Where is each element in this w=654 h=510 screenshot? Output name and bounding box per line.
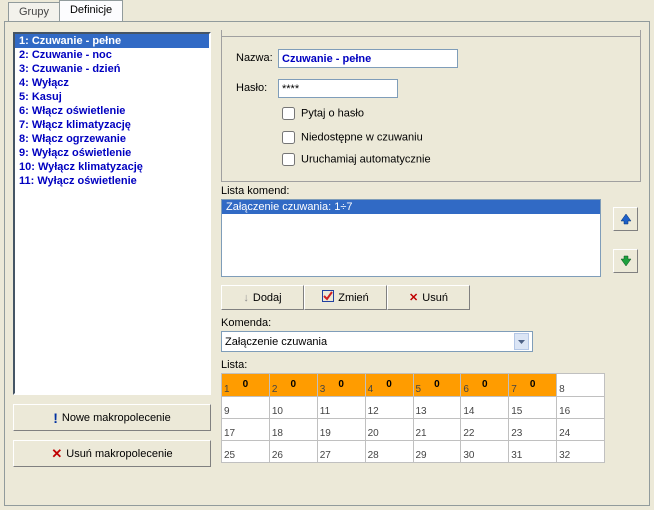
command-combobox[interactable]: Załączenie czuwania <box>221 331 533 352</box>
x-icon: ✕ <box>51 446 62 462</box>
change-button[interactable]: Zmień <box>304 285 387 310</box>
grid-cell[interactable]: 20 <box>365 419 413 441</box>
grid-cell[interactable]: 17 <box>222 419 270 441</box>
grid-cell[interactable]: 22 <box>461 419 509 441</box>
grid-cell[interactable]: 16 <box>557 397 605 419</box>
definitions-list[interactable]: 1: Czuwanie - pełne2: Czuwanie - noc3: C… <box>13 32 211 395</box>
grid-cell[interactable]: 05 <box>413 374 461 397</box>
definition-item[interactable]: 1: Czuwanie - pełne <box>15 34 209 48</box>
definition-item[interactable]: 11: Wyłącz oświetlenie <box>15 174 209 188</box>
definition-item[interactable]: 6: Włącz oświetlenie <box>15 104 209 118</box>
definition-item[interactable]: 9: Wyłącz oświetlenie <box>15 146 209 160</box>
tab-definicje[interactable]: Definicje <box>59 0 123 21</box>
grid-cell[interactable]: 13 <box>413 397 461 419</box>
password-input[interactable] <box>278 79 398 98</box>
name-label: Nazwa: <box>236 52 273 64</box>
exclamation-icon: ! <box>53 410 58 426</box>
grid-cell[interactable]: 26 <box>269 441 317 463</box>
grid-cell[interactable]: 29 <box>413 441 461 463</box>
definition-item[interactable]: 7: Włącz klimatyzację <box>15 118 209 132</box>
delete-macro-button[interactable]: ✕ Usuń makropolecenie <box>13 440 211 467</box>
grid-cell[interactable]: 12 <box>365 397 413 419</box>
grid-cell[interactable]: 30 <box>461 441 509 463</box>
grid-cell[interactable]: 01 <box>222 374 270 397</box>
commands-listbox[interactable]: Załączenie czuwania: 1÷7 <box>221 199 601 277</box>
definition-item[interactable]: 4: Wyłącz <box>15 76 209 90</box>
name-input[interactable] <box>278 49 458 68</box>
delete-button[interactable]: ✕ Usuń <box>387 285 470 310</box>
delete-label: Usuń <box>422 292 448 304</box>
definition-item[interactable]: 5: Kasuj <box>15 90 209 104</box>
down-arrow-icon: ↓ <box>243 292 249 304</box>
grid-cell[interactable]: 04 <box>365 374 413 397</box>
new-macro-label: Nowe makropolecenie <box>62 412 171 424</box>
grid-cell[interactable]: 06 <box>461 374 509 397</box>
grid-cell[interactable]: 14 <box>461 397 509 419</box>
grid-cell[interactable]: 8 <box>557 374 605 397</box>
grid-cell[interactable]: 15 <box>509 397 557 419</box>
ask-password-checkbox[interactable]: Pytaj o hasło <box>278 104 364 123</box>
definition-item[interactable]: 8: Włącz ogrzewanie <box>15 132 209 146</box>
command-label: Komenda: <box>221 317 271 329</box>
grid-cell[interactable]: 24 <box>557 419 605 441</box>
grid-cell[interactable]: 9 <box>222 397 270 419</box>
chevron-down-icon <box>514 333 529 350</box>
grid-cell[interactable]: 19 <box>317 419 365 441</box>
grid-cell[interactable]: 32 <box>557 441 605 463</box>
grid-cell[interactable]: 10 <box>269 397 317 419</box>
unavailable-checkbox[interactable]: Niedostępne w czuwaniu <box>278 128 423 147</box>
definition-item[interactable]: 10: Wyłącz klimatyzację <box>15 160 209 174</box>
grid-cell[interactable]: 21 <box>413 419 461 441</box>
grid-cell[interactable]: 27 <box>317 441 365 463</box>
arrow-down-icon <box>620 255 632 267</box>
check-icon <box>322 290 334 305</box>
grid-cell[interactable]: 31 <box>509 441 557 463</box>
grid-cell[interactable]: 18 <box>269 419 317 441</box>
delete-macro-label: Usuń makropolecenie <box>66 448 172 460</box>
definition-form: Nazwa: Hasło: Pytaj o hasło Niedostępne … <box>221 30 641 182</box>
commands-list-label: Lista komend: <box>221 185 289 197</box>
command-item[interactable]: Załączenie czuwania: 1÷7 <box>222 200 600 214</box>
grid-cell[interactable]: 03 <box>317 374 365 397</box>
grid-cell[interactable]: 07 <box>509 374 557 397</box>
add-button[interactable]: ↓ Dodaj <box>221 285 304 310</box>
autorun-checkbox[interactable]: Uruchamiaj automatycznie <box>278 150 431 169</box>
definition-item[interactable]: 3: Czuwanie - dzień <box>15 62 209 76</box>
add-label: Dodaj <box>253 292 282 304</box>
move-up-button[interactable] <box>613 207 638 231</box>
command-value: Załączenie czuwania <box>225 336 327 348</box>
definition-item[interactable]: 2: Czuwanie - noc <box>15 48 209 62</box>
x-icon: ✕ <box>409 291 418 304</box>
move-down-button[interactable] <box>613 249 638 273</box>
lista-label: Lista: <box>221 359 247 371</box>
list-grid[interactable]: 010203040506078 910111213141516 1718192021… <box>221 373 605 463</box>
grid-cell[interactable]: 25 <box>222 441 270 463</box>
password-label: Hasło: <box>236 82 267 94</box>
tab-panel: 1: Czuwanie - pełne2: Czuwanie - noc3: C… <box>4 21 650 506</box>
grid-cell[interactable]: 11 <box>317 397 365 419</box>
tab-grupy[interactable]: Grupy <box>8 2 60 21</box>
new-macro-button[interactable]: ! Nowe makropolecenie <box>13 404 211 431</box>
grid-cell[interactable]: 23 <box>509 419 557 441</box>
change-label: Zmień <box>338 292 369 304</box>
grid-cell[interactable]: 02 <box>269 374 317 397</box>
arrow-up-icon <box>620 213 632 225</box>
grid-cell[interactable]: 28 <box>365 441 413 463</box>
